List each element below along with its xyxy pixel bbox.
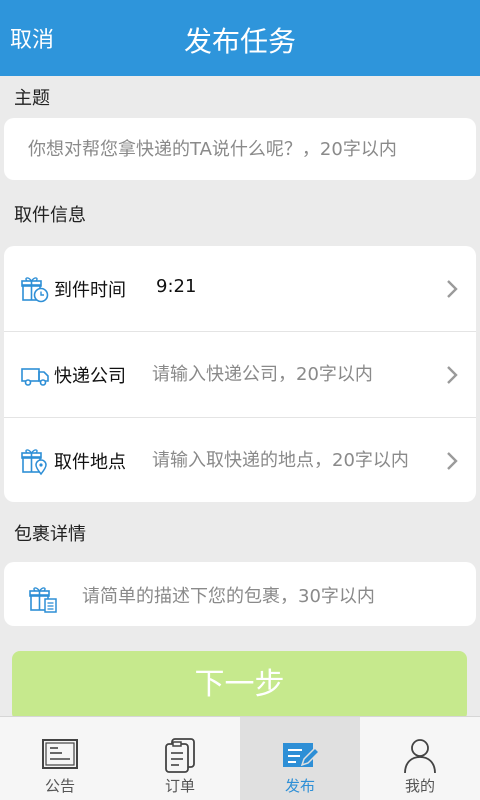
topic-section-label: 主题 — [14, 88, 50, 109]
bottom-tab-bar: 公告 订单 发布 我的 — [0, 716, 480, 800]
chevron-right-icon — [447, 280, 458, 298]
package-description-input[interactable] — [82, 576, 462, 616]
tab-publish[interactable]: 发布 — [240, 717, 360, 800]
arrival-time-label: 到件时间 — [54, 280, 126, 301]
pickup-card: 到件时间 9:21 快递公司 取件地点 — [4, 246, 476, 502]
bulletin-icon — [42, 739, 78, 769]
tab-label: 公告 — [44, 777, 75, 795]
arrival-time-row[interactable]: 到件时间 9:21 — [4, 246, 476, 331]
page-title: 发布任务 — [183, 25, 296, 58]
pickup-location-input[interactable] — [152, 440, 432, 480]
pickup-section-label: 取件信息 — [14, 205, 86, 226]
tab-profile[interactable]: 我的 — [360, 717, 480, 800]
tab-bulletin[interactable]: 公告 — [0, 717, 120, 800]
gift-clock-icon — [21, 277, 49, 303]
courier-company-input[interactable] — [152, 354, 432, 394]
courier-company-label: 快递公司 — [54, 366, 126, 387]
tab-label: 我的 — [404, 777, 435, 795]
next-step-button[interactable]: 下一步 — [12, 651, 467, 721]
pickup-location-label: 取件地点 — [54, 452, 126, 473]
profile-icon — [404, 739, 436, 774]
tab-label: 发布 — [284, 777, 315, 795]
package-card — [4, 562, 476, 626]
chevron-right-icon — [447, 366, 458, 384]
chevron-right-icon — [447, 452, 458, 470]
pickup-location-row[interactable]: 取件地点 — [4, 418, 476, 503]
truck-icon — [21, 368, 49, 386]
publish-icon — [283, 743, 320, 767]
courier-company-row[interactable]: 快递公司 — [4, 332, 476, 417]
orders-icon — [165, 738, 195, 773]
topic-card — [4, 118, 476, 180]
gift-location-icon — [21, 449, 47, 476]
header-bar: 取消 发布任务 — [0, 0, 480, 76]
tab-orders[interactable]: 订单 — [120, 717, 240, 800]
package-section-label: 包裹详情 — [14, 524, 86, 545]
gift-list-icon — [29, 587, 57, 613]
topic-input[interactable] — [4, 118, 476, 180]
arrival-time-value: 9:21 — [156, 276, 197, 297]
tab-label: 订单 — [164, 777, 195, 795]
